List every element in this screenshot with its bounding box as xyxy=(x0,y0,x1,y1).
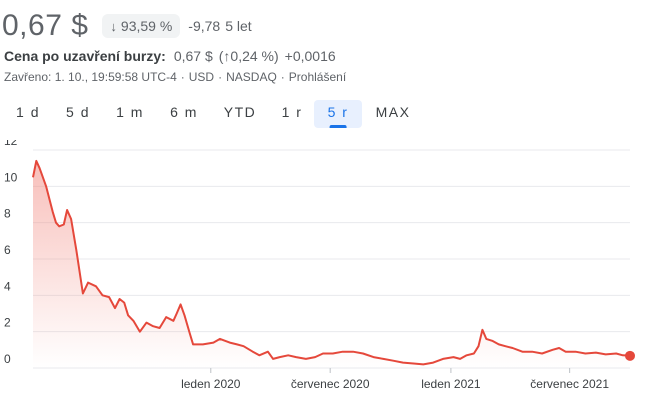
price-area xyxy=(33,160,630,368)
tab-5r[interactable]: 5 r xyxy=(328,100,349,128)
arrow-down-icon: ↓ xyxy=(110,18,117,34)
change-absolute: -9,78 xyxy=(188,18,221,34)
y-tick-label: 2 xyxy=(4,316,11,330)
after-hours-label: Cena po uzavření burzy: xyxy=(4,48,166,64)
change-percent: 93,59 % xyxy=(120,18,173,34)
tab-ytd[interactable]: YTD xyxy=(224,100,257,126)
after-hours-price: 0,67 $ xyxy=(173,48,213,64)
tab-1d[interactable]: 1 d xyxy=(16,100,40,126)
x-tick-label: leden 2021 xyxy=(421,377,481,391)
y-tick-label: 8 xyxy=(4,207,11,221)
y-tick-label: 4 xyxy=(4,279,11,293)
x-tick-label: leden 2020 xyxy=(181,377,241,391)
closed-time: Zavřeno: 1. 10., 19:59:58 UTC-4 xyxy=(4,70,177,84)
after-hours-change: +0,0016 xyxy=(284,48,336,64)
exchange: NASDAQ xyxy=(226,70,277,84)
x-tick-label: červenec 2020 xyxy=(291,377,370,391)
currency: USD xyxy=(188,70,215,84)
current-price-dot xyxy=(625,350,635,361)
y-tick-label: 12 xyxy=(4,140,18,148)
tab-6m[interactable]: 6 m xyxy=(170,100,198,126)
price-chart[interactable]: 0 2 4 6 8 10 12 leden 2020 červenec 2020 leden 2… xyxy=(0,140,650,408)
quote-meta: Zavřeno: 1. 10., 19:59:58 UTC-4 · USD · … xyxy=(4,70,347,84)
current-price: 0,67 $ xyxy=(2,9,89,42)
tab-1r[interactable]: 1 r xyxy=(282,100,303,126)
change-period: 5 let xyxy=(225,18,252,34)
price-header: 0,67 $ ↓ 93,59 % -9,78 5 let xyxy=(2,4,252,48)
tab-5d[interactable]: 5 d xyxy=(66,100,90,126)
after-hours-row: Cena po uzavření burzy: 0,67 $ (↑0,24 %)… xyxy=(4,48,336,64)
tab-1m[interactable]: 1 m xyxy=(116,100,144,126)
x-tick-label: červenec 2021 xyxy=(530,377,609,391)
after-hours-percent: (↑0,24 %) xyxy=(218,48,279,64)
disclaimer-link[interactable]: Prohlášení xyxy=(289,70,346,84)
y-tick-label: 10 xyxy=(4,170,18,184)
y-tick-label: 0 xyxy=(4,352,11,366)
change-badge: ↓ 93,59 % xyxy=(102,14,181,38)
y-tick-label: 6 xyxy=(4,243,11,257)
tab-max[interactable]: MAX xyxy=(376,100,411,126)
